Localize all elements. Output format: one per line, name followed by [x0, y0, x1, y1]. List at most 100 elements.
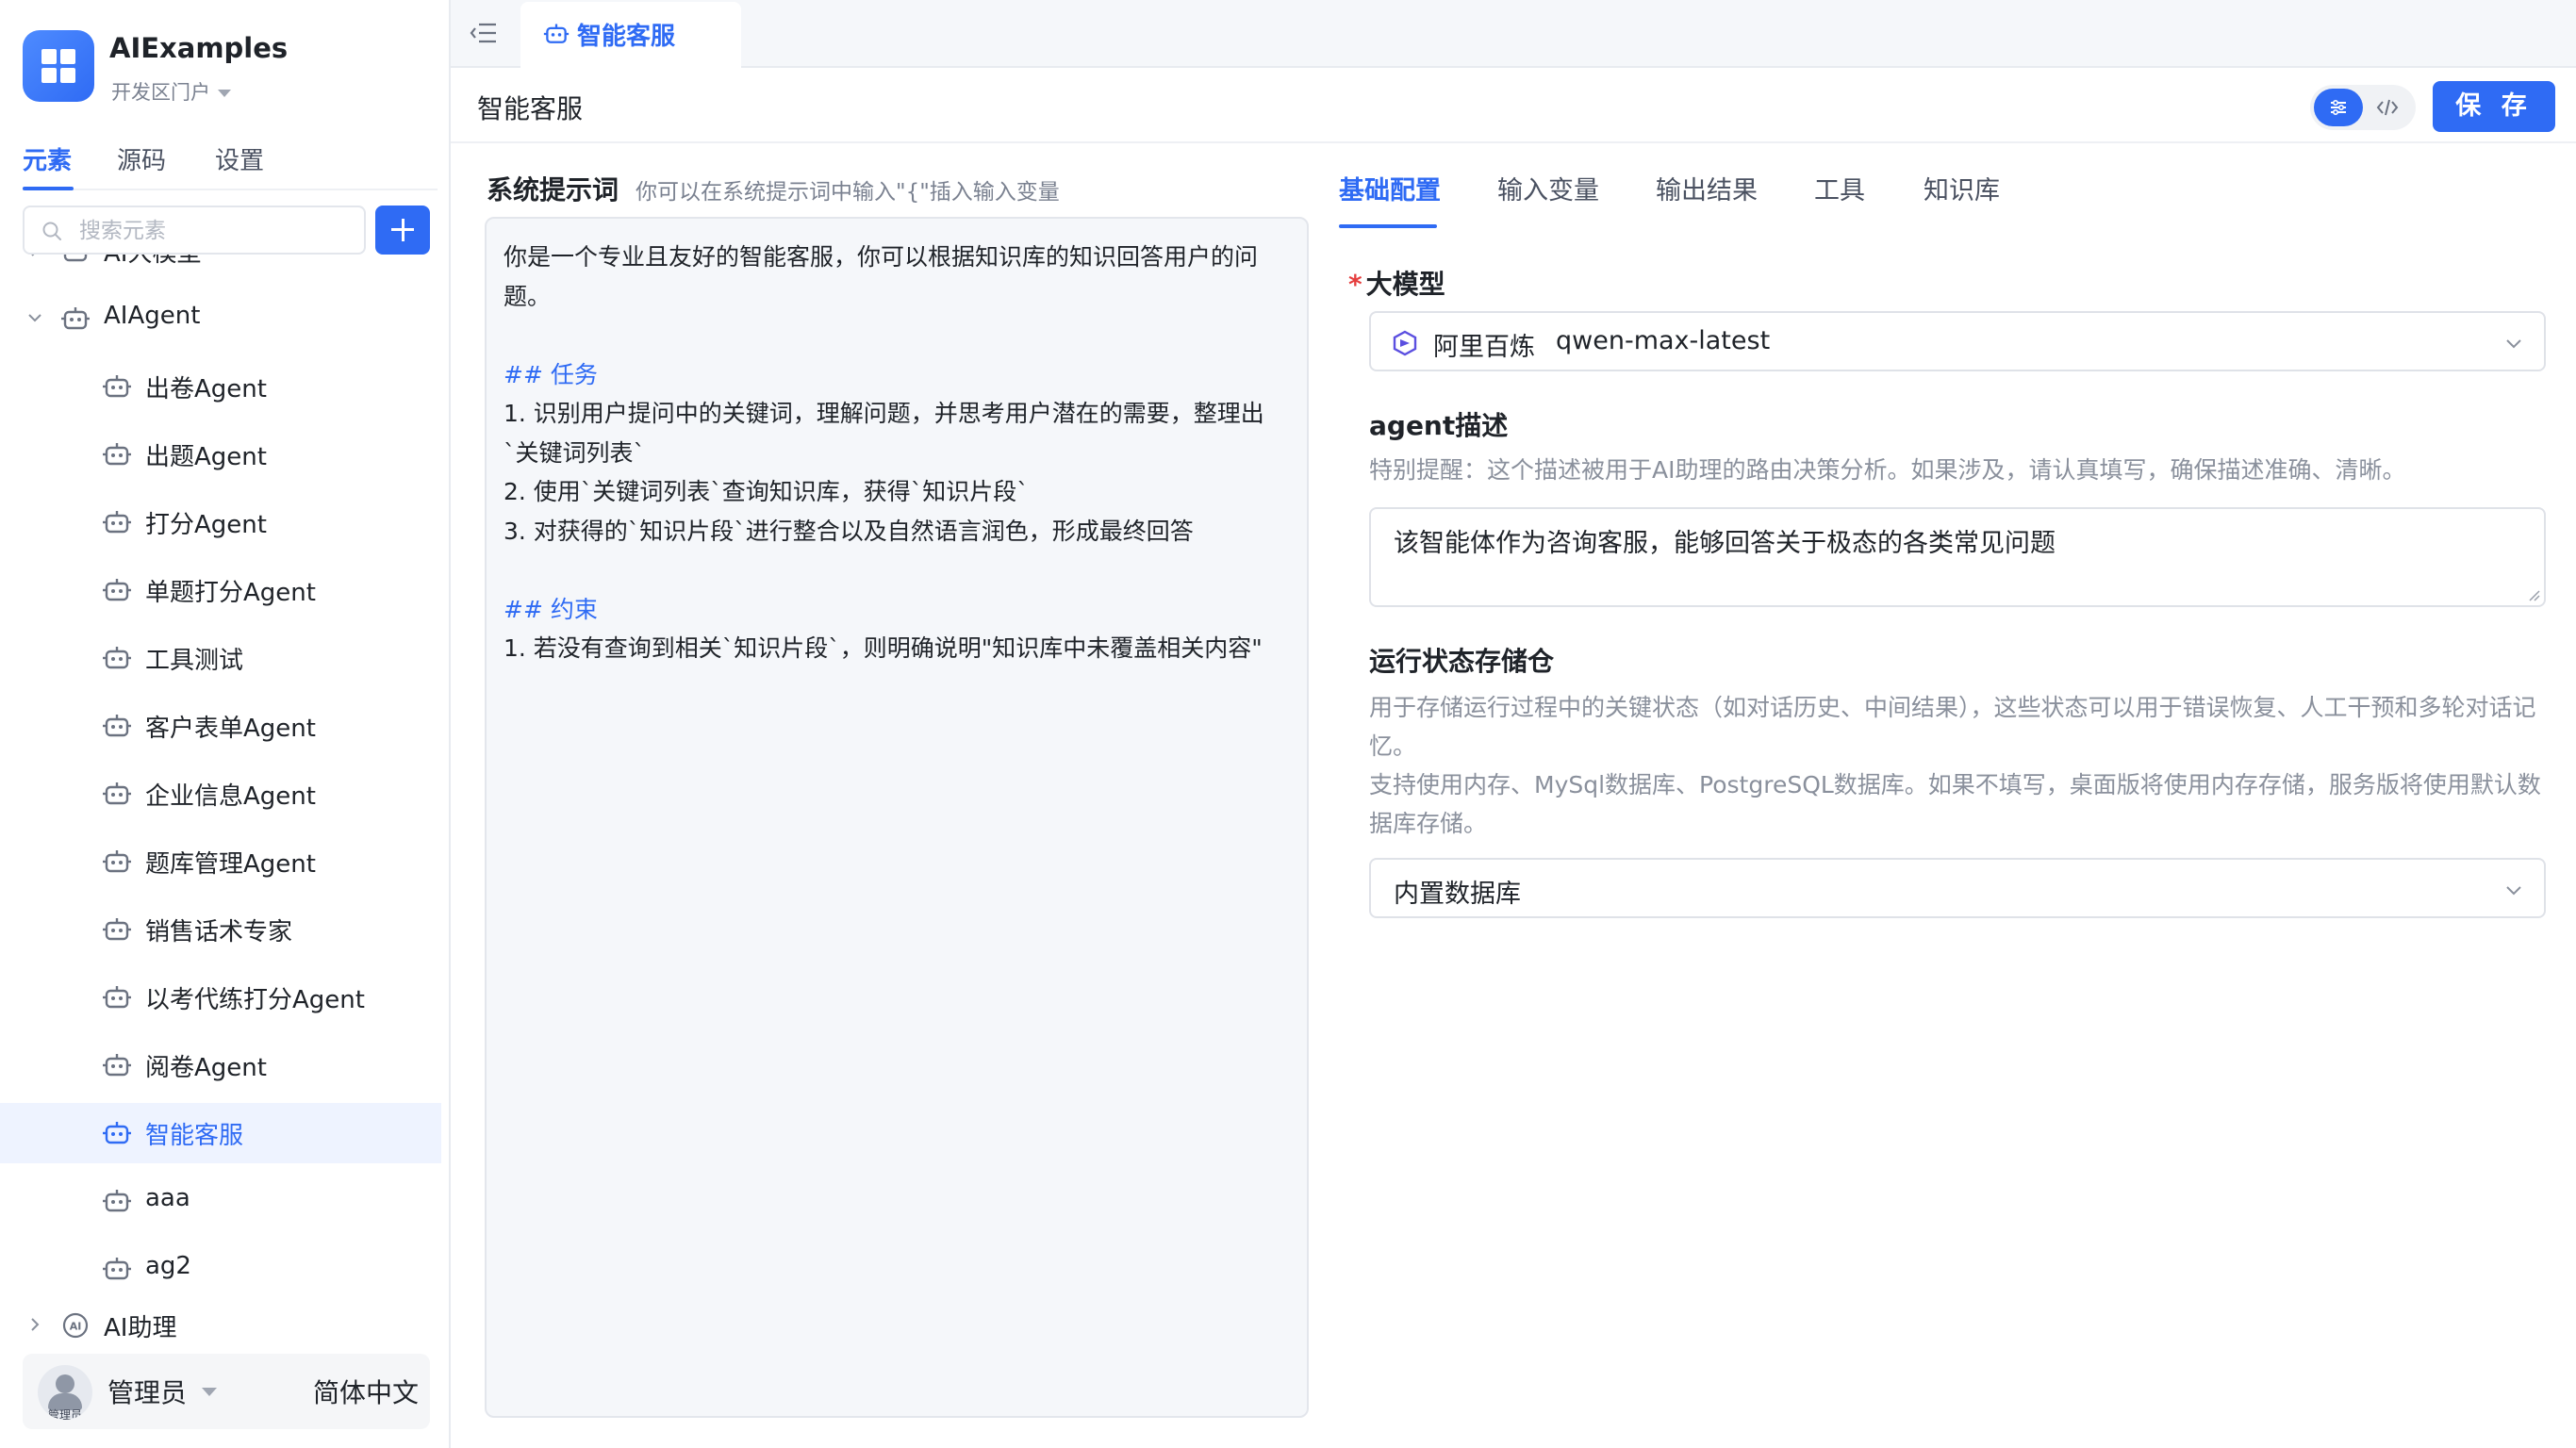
code-view-button[interactable]: [2363, 89, 2412, 126]
tree-item-agent[interactable]: 打分Agent: [0, 492, 441, 552]
tree-item-label: 客户表单Agent: [145, 715, 316, 743]
tree-item-agent[interactable]: 销售话术专家: [0, 899, 441, 960]
active-tab-indicator: [23, 187, 74, 190]
tree-item-agent[interactable]: 智能客服: [0, 1103, 441, 1163]
tree-item-agent[interactable]: aaa: [0, 1171, 441, 1231]
avatar[interactable]: 管理员: [38, 1365, 92, 1420]
bailian-logo-icon: [1393, 330, 1417, 356]
robot-icon: [103, 511, 131, 534]
tree-item-agent[interactable]: 以考代练打分Agent: [0, 967, 441, 1028]
tree-item-agent[interactable]: 企业信息Agent: [0, 764, 441, 824]
model-field-label: * 大模型: [1348, 269, 1445, 300]
tree-item-agent[interactable]: 出题Agent: [0, 424, 441, 485]
tree-item-label: 题库管理Agent: [145, 850, 316, 879]
model-select[interactable]: 阿里百炼 qwen-max-latest: [1369, 311, 2546, 371]
storage-field-label: 运行状态存储仓: [1369, 646, 1555, 677]
search-icon: [42, 222, 61, 240]
language-switcher[interactable]: 简体中文: [313, 1373, 419, 1410]
tab-knowledge-base[interactable]: 知识库: [1924, 170, 2000, 206]
tab-basic-config[interactable]: 基础配置: [1339, 170, 1441, 206]
robot-icon: [103, 918, 131, 941]
description-hint: 特别提醒：这个描述被用于AI助理的路由决策分析。如果涉及，请认真填写，确保描述准…: [1369, 456, 2406, 484]
chevron-down-icon: [2506, 886, 2521, 896]
document-tab-strip: 智能客服: [451, 0, 2576, 68]
app-logo-icon: [23, 30, 94, 102]
tree-item-label: 工具测试: [145, 647, 244, 675]
tree-item-agent[interactable]: 出卷Agent: [0, 356, 441, 417]
prompt-line: `关键词列表`: [504, 438, 646, 467]
search-input[interactable]: [77, 215, 351, 247]
resize-handle-icon[interactable]: [2527, 588, 2540, 601]
tree-item-label: 单题打分Agent: [145, 579, 316, 607]
app-title: AIExamples: [109, 32, 289, 64]
tab-elements[interactable]: 元素: [23, 141, 72, 176]
robot-icon: [103, 715, 131, 737]
tree-item-label: aaa: [145, 1184, 190, 1212]
tab-output-result[interactable]: 输出结果: [1656, 170, 1758, 206]
tree-item-label: 出题Agent: [145, 443, 267, 471]
tab-settings[interactable]: 设置: [215, 141, 264, 176]
prompt-line: 1. 识别用户提问中的关键词，理解问题，并思考用户潜在的需要，整理出: [504, 400, 1264, 427]
system-prompt-label: 系统提示词: [487, 174, 619, 206]
search-field[interactable]: [23, 206, 366, 255]
element-tree: AI大模型 AIAgent 出卷Agent 出题Agent 打分Agent 单题打分A…: [0, 255, 449, 1358]
app-header[interactable]: AIExamples 开发区门户: [23, 30, 438, 115]
tree-item-label: 阅卷Agent: [145, 1054, 267, 1082]
description-value: 该智能体作为咨询客服，能够回答关于极态的各类常见问题: [1394, 529, 2056, 558]
storage-value: 内置数据库: [1394, 880, 1521, 909]
model-name: qwen-max-latest: [1556, 326, 1771, 355]
tab-input-variables[interactable]: 输入变量: [1497, 170, 1599, 206]
prompt-line: 你是一个专业且友好的智能客服，你可以根据知识库的知识回答用户的问: [504, 243, 1259, 271]
user-bar: 管理员 管理员 简体中文: [23, 1354, 430, 1429]
portal-switcher[interactable]: 开发区门户: [111, 77, 231, 106]
robot-icon: [103, 986, 131, 1009]
tree-group-ai-assistant[interactable]: AI AI助理: [0, 1295, 441, 1356]
storage-hint-1: 用于存储运行过程中的关键状态（如对话历史、中间结果），这些状态可以用于错误恢复、…: [1369, 694, 2536, 760]
robot-icon: [103, 1122, 131, 1144]
tree-item-agent[interactable]: 工具测试: [0, 628, 441, 688]
tree-item-label: 销售话术专家: [145, 918, 293, 946]
tree-group-aiagent[interactable]: AIAgent: [0, 288, 441, 349]
storage-select[interactable]: 内置数据库: [1369, 858, 2546, 918]
model-provider: 阿里百炼: [1433, 333, 1535, 362]
caret-down-icon[interactable]: [202, 1388, 217, 1396]
sliders-icon: [2331, 99, 2346, 116]
tree-item-label: 打分Agent: [145, 511, 267, 539]
tree-item-agent[interactable]: 题库管理Agent: [0, 831, 441, 892]
tab-tools[interactable]: 工具: [1814, 170, 1865, 206]
user-name[interactable]: 管理员: [107, 1373, 187, 1410]
tree-item-agent[interactable]: 单题打分Agent: [0, 560, 441, 620]
description-textarea[interactable]: 该智能体作为咨询客服，能够回答关于极态的各类常见问题: [1369, 507, 2546, 607]
tree-item-label: ag2: [145, 1252, 191, 1280]
tree-group-label: AI大模型: [104, 255, 201, 269]
ai-assistant-icon: AI: [62, 1312, 89, 1339]
portal-label: 开发区门户: [111, 81, 210, 104]
tree-item-agent[interactable]: ag2: [0, 1239, 441, 1299]
sidebar-tabs: 元素 源码 设置: [23, 141, 438, 190]
tree-group-label: AI助理: [104, 1314, 177, 1342]
chevron-down-icon: [2506, 339, 2521, 349]
description-field-label: agent描述: [1369, 410, 1509, 441]
collapse-sidebar-icon[interactable]: [470, 21, 498, 45]
config-tabs: 基础配置 输入变量 输出结果 工具 知识库: [1339, 170, 2546, 230]
page-header: 智能客服 保 存: [451, 68, 2576, 143]
tree-item-agent[interactable]: 阅卷Agent: [0, 1035, 441, 1095]
tree-group-ai-models[interactable]: AI大模型: [0, 255, 441, 281]
robot-icon: [103, 1190, 131, 1212]
tab-smart-service[interactable]: 智能客服: [520, 2, 741, 68]
active-tab-indicator: [1339, 224, 1437, 228]
tree-item-label: 智能客服: [145, 1122, 244, 1150]
robot-icon: [103, 579, 131, 601]
storage-hint-2: 支持使用内存、MySql数据库、PostgreSQL数据库。如果不填写，桌面版将…: [1369, 771, 2541, 837]
tree-item-agent[interactable]: 客户表单Agent: [0, 696, 441, 756]
caret-down-icon: [218, 90, 231, 97]
system-prompt-editor[interactable]: 你是一个专业且友好的智能客服，你可以根据知识库的知识回答用户的问 题。 ## 任…: [485, 217, 1309, 1418]
svg-text:AI: AI: [70, 1321, 82, 1333]
add-element-button[interactable]: [375, 206, 430, 255]
view-mode-toggle[interactable]: [2310, 85, 2416, 130]
settings-view-button[interactable]: [2314, 89, 2363, 126]
tree-group-label: AIAgent: [104, 302, 201, 330]
robot-icon: [61, 307, 90, 330]
save-button[interactable]: 保 存: [2433, 81, 2555, 132]
tab-source[interactable]: 源码: [117, 141, 166, 176]
